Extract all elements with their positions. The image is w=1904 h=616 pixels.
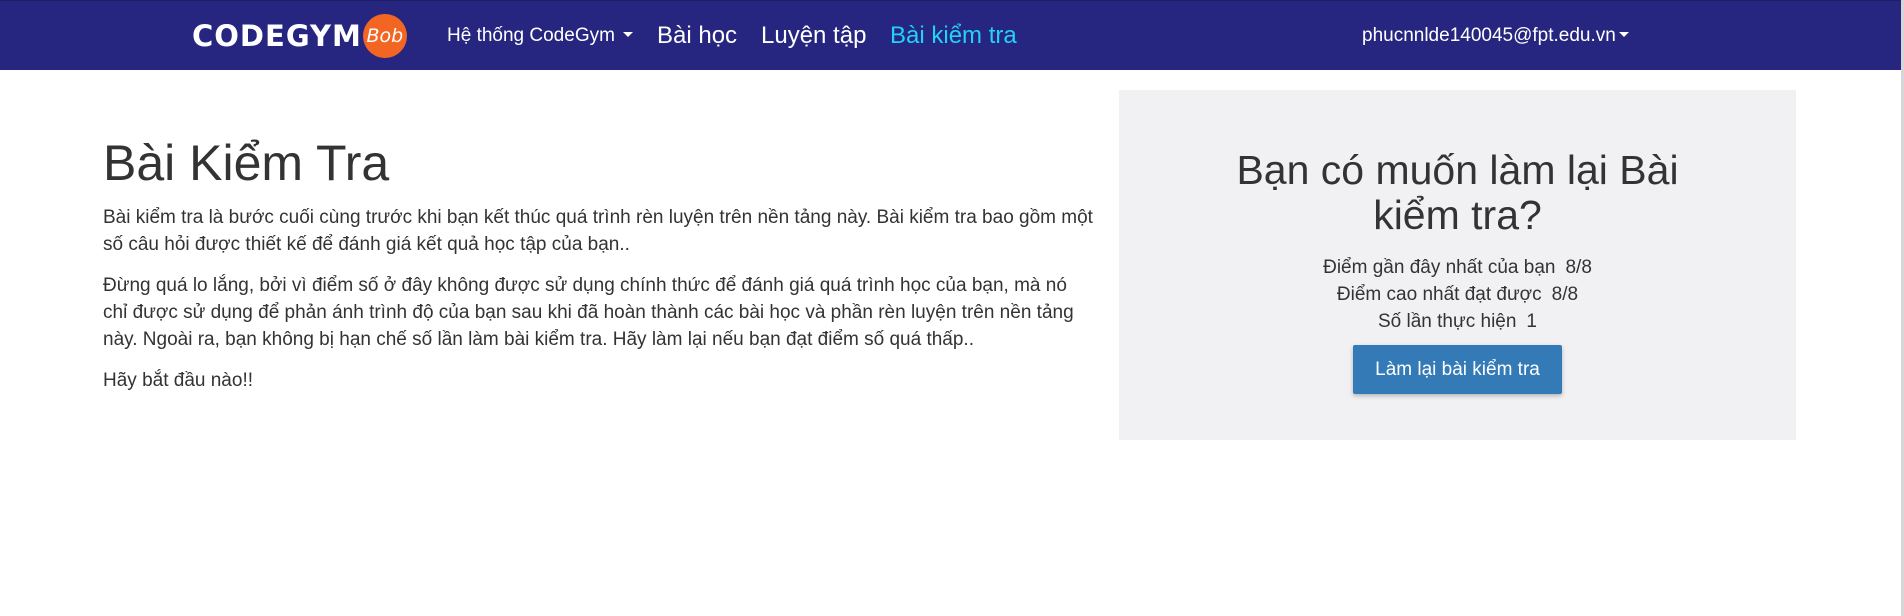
nav-practice[interactable]: Luyện tập: [761, 1, 866, 71]
user-menu-dropdown[interactable]: phucnnlde140045@fpt.edu.vn: [1362, 1, 1629, 71]
logo-badge: Bob: [362, 14, 407, 58]
page-title: Bài Kiểm Tra: [103, 135, 390, 191]
caret-down-icon: [1618, 32, 1629, 38]
user-email: phucnnlde140045@fpt.edu.vn: [1362, 25, 1616, 46]
retake-prompt-title: Bạn có muốn làm lại Bài kiểm tra?: [1236, 147, 1679, 238]
caret-down-icon: [622, 32, 633, 38]
retake-test-button[interactable]: Làm lại bài kiểm tra: [1353, 345, 1562, 394]
test-intro-section: Bài Kiểm Tra Bài kiểm tra là bước cuối c…: [103, 130, 1093, 408]
nav-tests-active[interactable]: Bài kiểm tra: [890, 1, 1017, 71]
highest-score-row: Điểm cao nhất đạt được 8/8: [1119, 281, 1796, 308]
page: CODEGYM Bob Hệ thống CodeGym Bài học Luy…: [0, 0, 1904, 616]
nav-dropdown-label: Hệ thống CodeGym: [447, 25, 615, 46]
top-navbar: CODEGYM Bob Hệ thống CodeGym Bài học Luy…: [0, 0, 1904, 70]
codegym-logo[interactable]: CODEGYM Bob: [192, 14, 407, 58]
nav-lessons[interactable]: Bài học: [657, 1, 737, 71]
score-stats: Điểm gần đây nhất của bạn 8/8 Điểm cao nh…: [1119, 254, 1796, 335]
start-paragraph: Hãy bắt đầu nào!!: [103, 370, 253, 391]
intro-paragraph: Bài kiểm tra là bước cuối cùng trước khi…: [103, 207, 1093, 255]
highest-score-label: Điểm cao nhất đạt được: [1336, 284, 1542, 305]
attempt-count-label: Số lần thực hiện: [1378, 311, 1517, 332]
retake-panel: Bạn có muốn làm lại Bài kiểm tra? Điểm g…: [1119, 90, 1796, 440]
latest-score-label: Điểm gần đây nhất của bạn: [1323, 257, 1556, 278]
attempt-count-value: 1: [1526, 311, 1537, 332]
attempt-count-row: Số lần thực hiện 1: [1119, 308, 1796, 335]
latest-score-row: Điểm gần đây nhất của bạn 8/8: [1119, 254, 1796, 281]
latest-score-value: 8/8: [1565, 257, 1592, 278]
nav-codegym-system-dropdown[interactable]: Hệ thống CodeGym: [447, 1, 633, 71]
highest-score-value: 8/8: [1551, 284, 1579, 305]
reassurance-paragraph: Đừng quá lo lắng, bởi vì điểm số ở đây k…: [103, 275, 1074, 350]
logo-text: CODEGYM: [192, 19, 362, 53]
